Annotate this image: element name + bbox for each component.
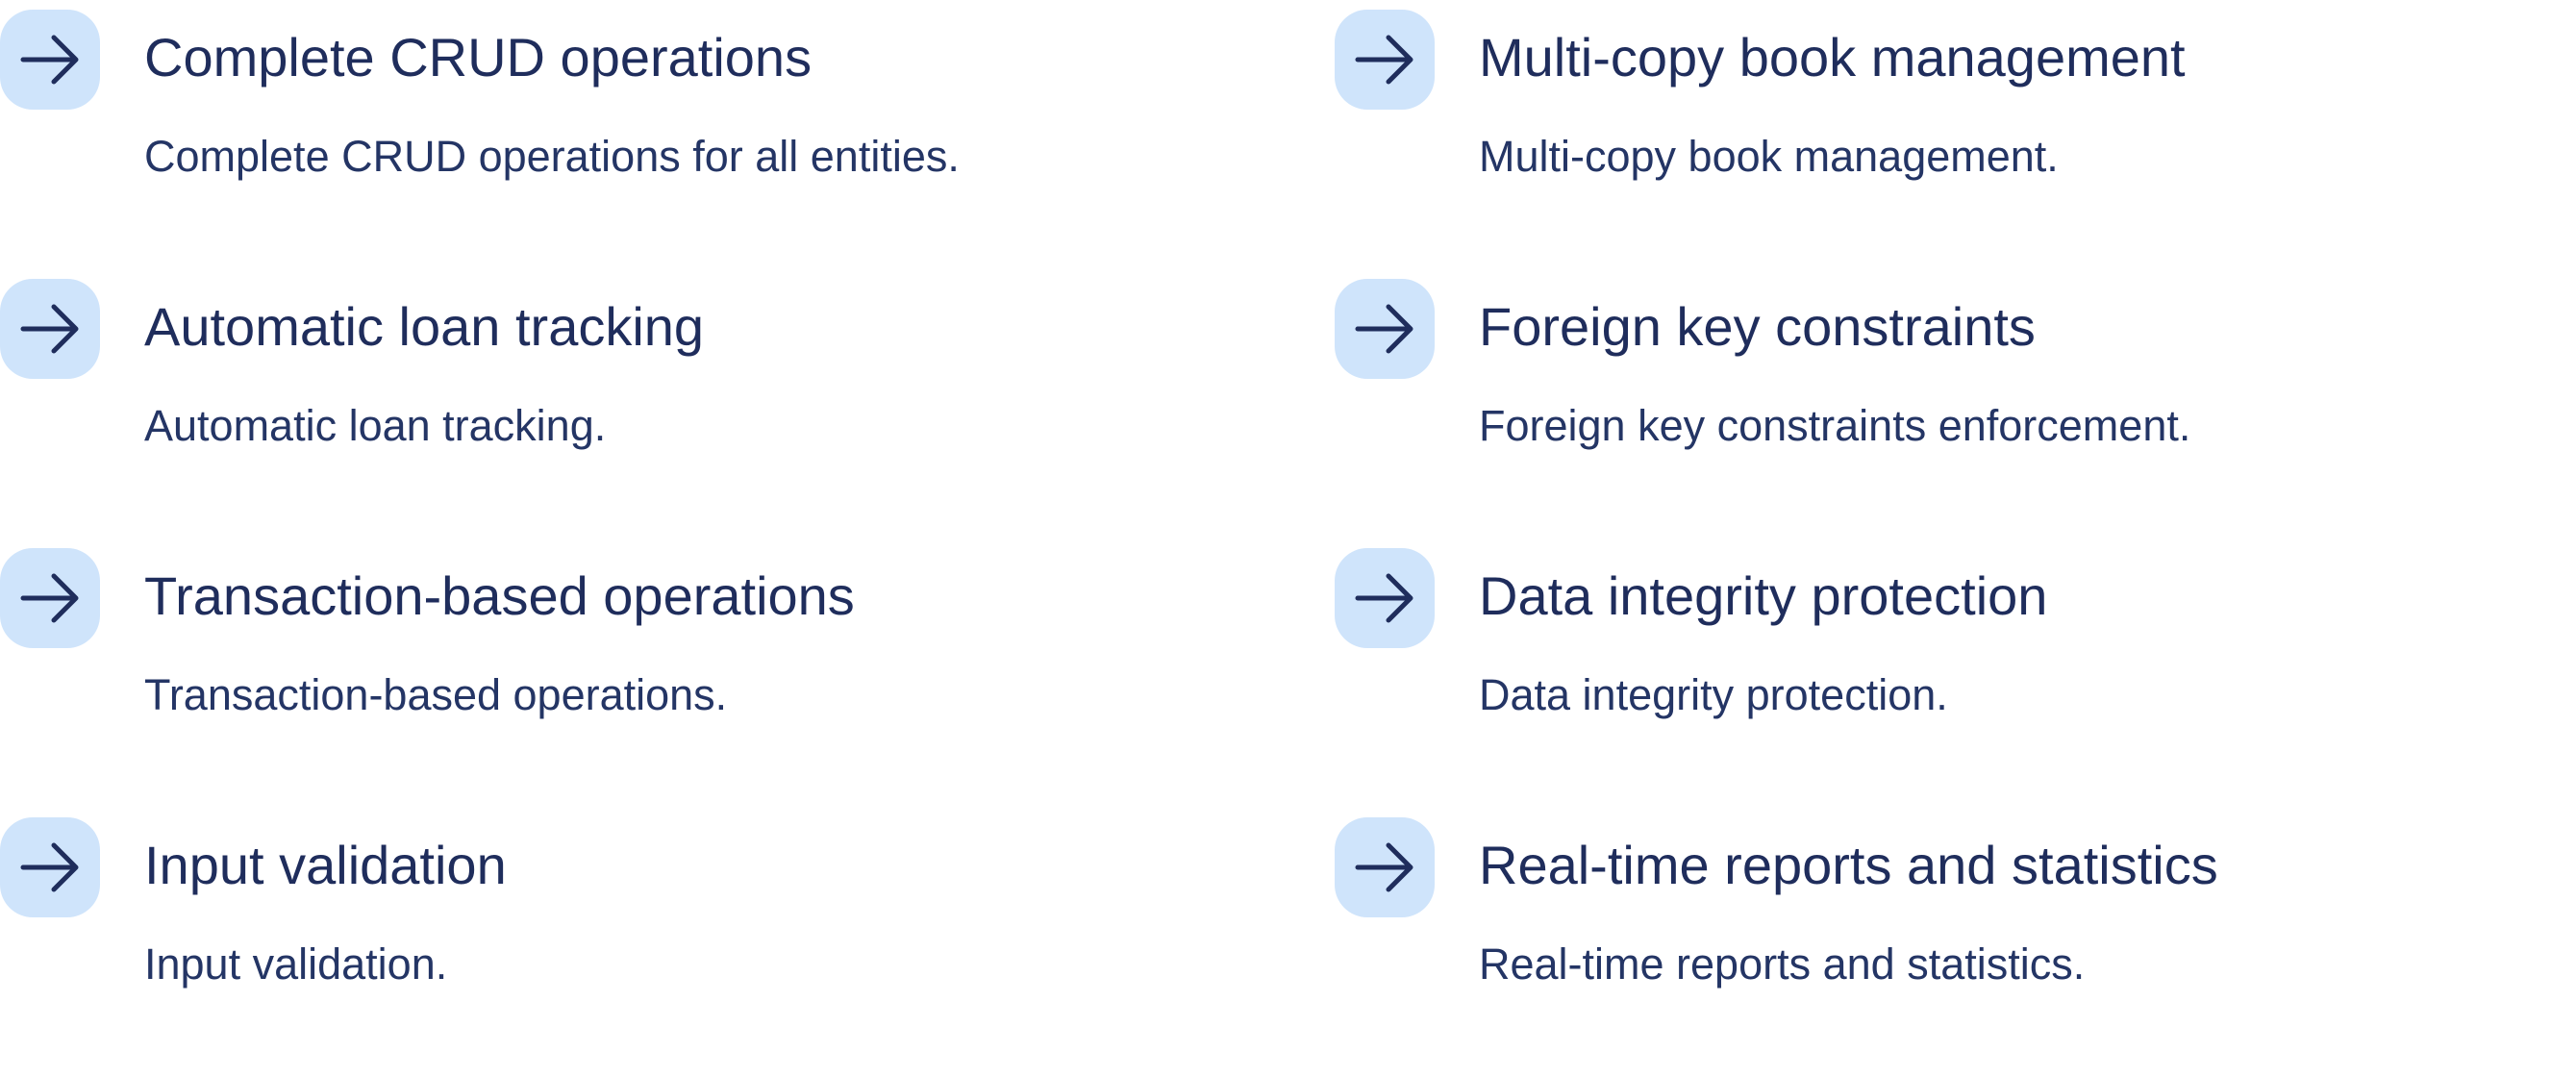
arrow-right-icon: [0, 279, 100, 379]
feature-description: Foreign key constraints enforcement.: [1479, 401, 2191, 450]
arrow-right-icon: [0, 817, 100, 917]
feature-title: Multi-copy book management: [1479, 27, 2186, 88]
feature-data-integrity-protection: Data integrity protection Data integrity…: [1335, 538, 2576, 808]
arrow-right-icon: [1335, 10, 1435, 110]
feature-description: Complete CRUD operations for all entitie…: [144, 132, 960, 181]
feature-title: Data integrity protection: [1479, 565, 2048, 626]
feature-input-validation: Input validation Input validation.: [0, 808, 1335, 1077]
feature-title: Transaction-based operations: [144, 565, 855, 626]
arrow-right-icon: [1335, 548, 1435, 648]
feature-complete-crud: Complete CRUD operations Complete CRUD o…: [0, 0, 1335, 269]
feature-description: Real-time reports and statistics.: [1479, 939, 2086, 989]
feature-title: Input validation: [144, 835, 507, 895]
arrow-right-icon: [1335, 279, 1435, 379]
feature-transaction-based-operations: Transaction-based operations Transaction…: [0, 538, 1335, 808]
feature-description: Automatic loan tracking.: [144, 401, 607, 450]
feature-grid: Complete CRUD operations Complete CRUD o…: [0, 0, 2576, 989]
feature-title: Foreign key constraints: [1479, 296, 2036, 357]
feature-description: Data integrity protection.: [1479, 670, 1948, 719]
arrow-right-icon: [0, 10, 100, 110]
arrow-right-icon: [0, 548, 100, 648]
feature-foreign-key-constraints: Foreign key constraints Foreign key cons…: [1335, 269, 2576, 538]
arrow-right-icon: [1335, 817, 1435, 917]
feature-description: Input validation.: [144, 939, 448, 989]
feature-description: Multi-copy book management.: [1479, 132, 2059, 181]
feature-title: Complete CRUD operations: [144, 27, 813, 88]
feature-description: Transaction-based operations.: [144, 670, 728, 719]
feature-title: Automatic loan tracking: [144, 296, 705, 357]
feature-automatic-loan-tracking: Automatic loan tracking Automatic loan t…: [0, 269, 1335, 538]
feature-real-time-reports-statistics: Real-time reports and statistics Real-ti…: [1335, 808, 2576, 1077]
feature-multi-copy-book-management: Multi-copy book management Multi-copy bo…: [1335, 0, 2576, 269]
feature-title: Real-time reports and statistics: [1479, 835, 2218, 895]
